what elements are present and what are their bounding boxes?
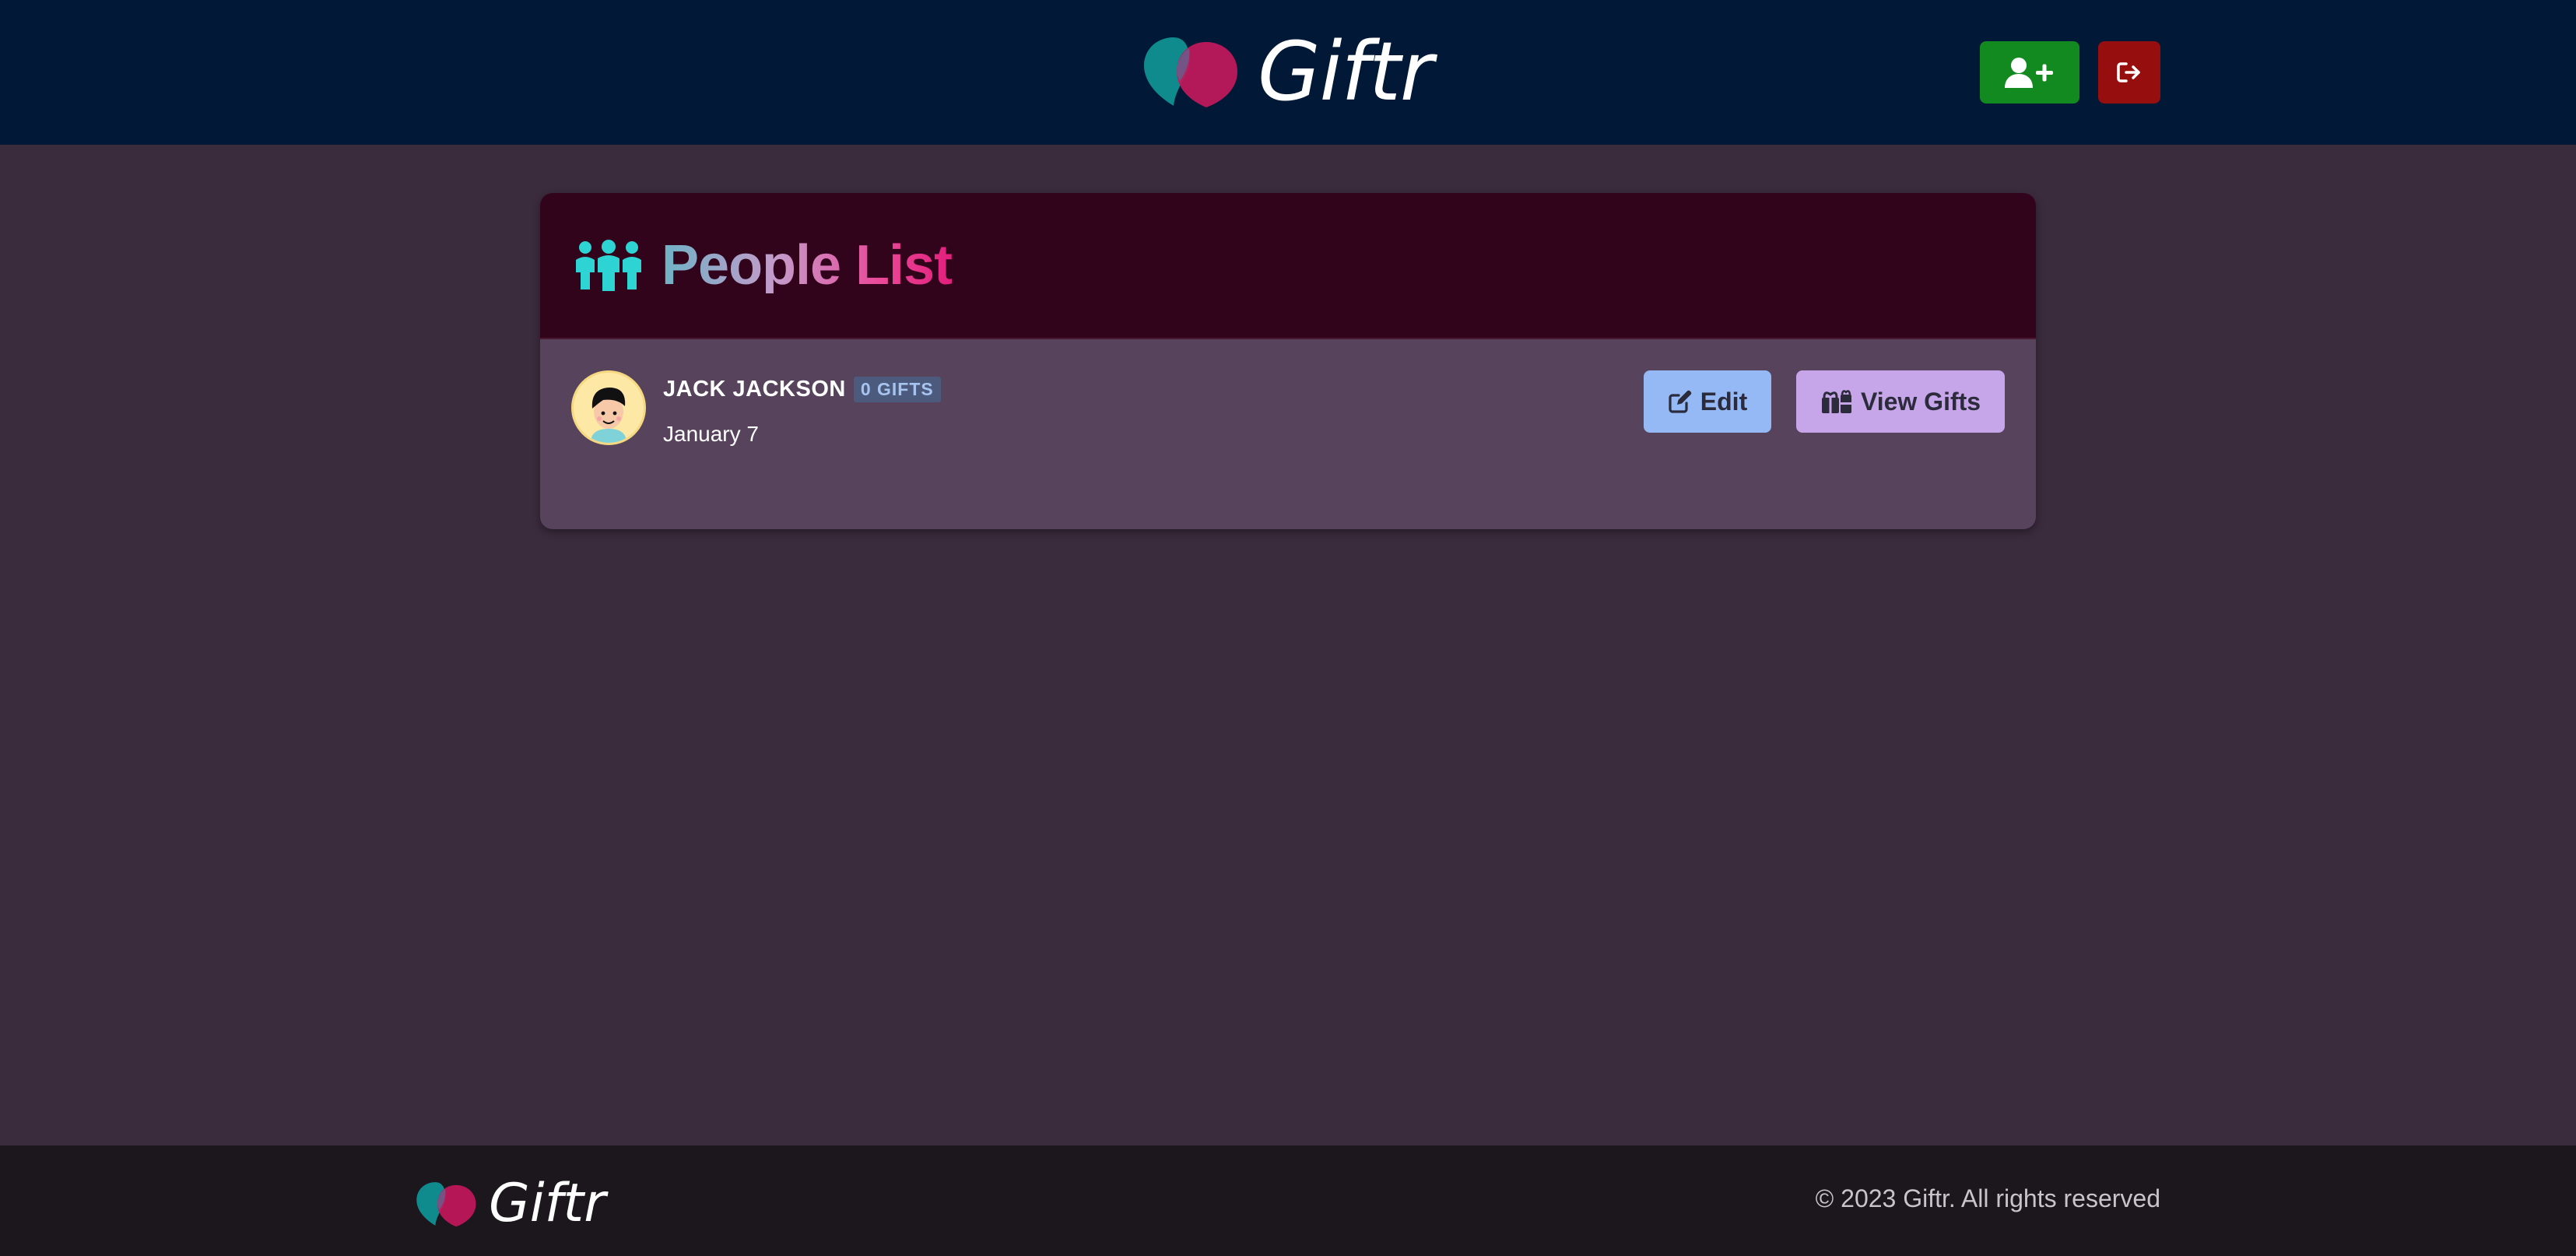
top-navbar: Giftr: [0, 0, 2576, 145]
people-list-header: People List: [540, 193, 2036, 339]
brand-logo-link[interactable]: Giftr: [1142, 24, 1434, 119]
view-gifts-button-label: View Gifts: [1860, 387, 1981, 416]
person-birthday: January 7: [663, 422, 759, 446]
person-name: JACK JACKSON: [663, 377, 846, 402]
edit-person-button[interactable]: Edit: [1644, 370, 1771, 433]
copyright-text: © 2023 Giftr. All rights reserved: [1815, 1184, 2160, 1212]
page-title: People List: [662, 234, 953, 296]
people-group-icon: [576, 240, 641, 291]
gifts-icon: [1821, 390, 1851, 413]
avatar: [571, 370, 646, 445]
add-person-button[interactable]: [1980, 41, 2079, 103]
logout-button[interactable]: [2098, 41, 2160, 103]
page-footer: Giftr © 2023 Giftr. All rights reserved: [0, 1145, 2576, 1256]
user-plus-icon: [2005, 58, 2053, 88]
sign-out-icon: [2117, 62, 2140, 82]
edit-icon: [1669, 390, 1691, 413]
people-list-card: People List JACK JACKSON 0 GIFTS January…: [540, 193, 2036, 529]
footer-brand-name: Giftr: [489, 1173, 606, 1234]
footer-brand-link[interactable]: Giftr: [416, 1177, 605, 1231]
view-gifts-button[interactable]: View Gifts: [1796, 370, 2005, 433]
brand-name: Giftr: [1258, 24, 1434, 119]
edit-button-label: Edit: [1700, 387, 1748, 416]
person-name-line: JACK JACKSON 0 GIFTS: [663, 377, 941, 402]
gift-count-badge: 0 GIFTS: [853, 377, 941, 402]
person-avatar-illustration: [574, 373, 644, 443]
giftr-logo-icon: [416, 1182, 476, 1227]
person-row: JACK JACKSON 0 GIFTS January 7 Edit View…: [540, 339, 2036, 528]
giftr-logo-icon: [1144, 37, 1237, 107]
